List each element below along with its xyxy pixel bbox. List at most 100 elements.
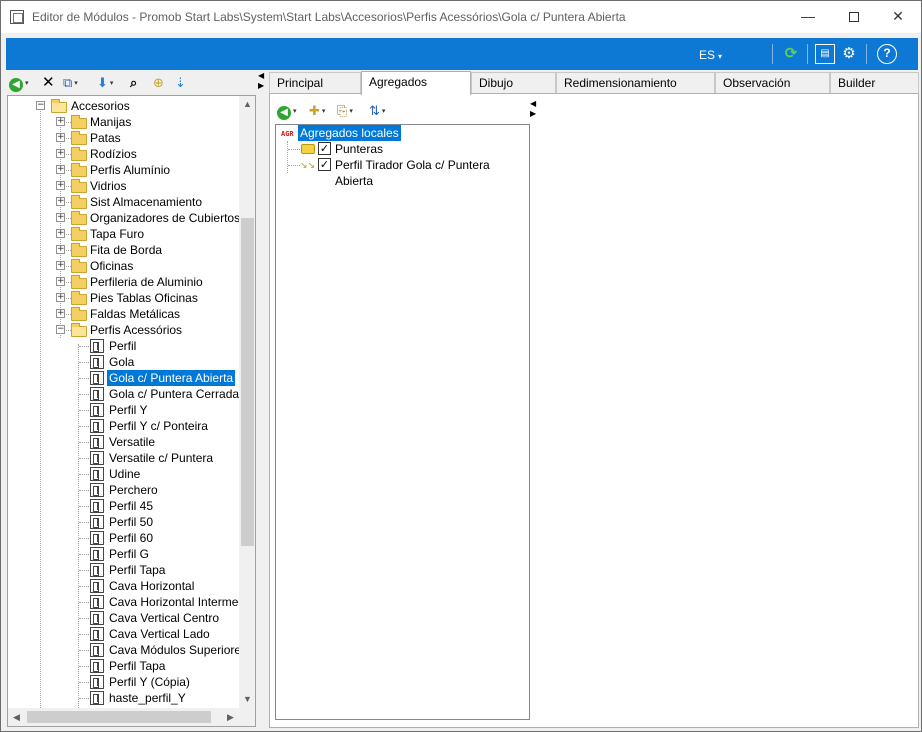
tree-node-folder[interactable]: + Sist Almacenamiento — [8, 194, 239, 210]
tree-node-module[interactable]: Perchero — [8, 482, 239, 498]
tab-3[interactable]: Redimensionamiento — [556, 72, 715, 94]
tree-node-module[interactable]: Cava Horizontal — [8, 578, 239, 594]
move-down-button[interactable]: ⬇ ▾ — [97, 75, 113, 91]
tree-node-folder[interactable]: + Fita de Borda — [8, 242, 239, 258]
copy-button[interactable]: ⧉ ▾ — [63, 75, 78, 91]
expand-icon[interactable]: + — [56, 213, 65, 222]
tree-node-module[interactable]: Cava Módulos Superiores — [8, 642, 239, 658]
tree-node-module[interactable]: Perfil 50 — [8, 514, 239, 530]
perfil-tirador-checkbox[interactable]: ✓ — [318, 158, 331, 171]
expand-icon[interactable]: + — [56, 133, 65, 142]
punteras-label[interactable]: Punteras — [333, 141, 385, 157]
aggregates-splitter-toggle[interactable]: ◀ ▶ — [530, 99, 538, 121]
splitter-toggle[interactable]: ◀ ▶ — [258, 71, 266, 93]
tree-node-module[interactable]: Versatile c/ Puntera — [8, 450, 239, 466]
expand-icon[interactable]: + — [56, 181, 65, 190]
tab-4[interactable]: Observación — [715, 72, 830, 94]
tree-node-module[interactable]: Perfil Y — [8, 402, 239, 418]
tree-node-module[interactable]: haste_perfil_Y — [8, 690, 239, 706]
tree-node-module[interactable]: Perfil 60 — [8, 530, 239, 546]
tree-node-module[interactable]: Perfil G — [8, 546, 239, 562]
tree-node-module[interactable]: Versatile — [8, 434, 239, 450]
back-button[interactable]: ◀ ▾ — [9, 75, 29, 92]
tree-node-module[interactable]: Perfil — [8, 338, 239, 354]
tree-node-folder[interactable]: − Perfis Acessórios — [8, 322, 239, 338]
settings-gear-icon[interactable]: ⚙ — [839, 44, 859, 64]
scroll-left-icon[interactable]: ◀ — [8, 708, 25, 726]
tree-node-folder[interactable]: + Patas — [8, 130, 239, 146]
expand-icon[interactable]: + — [56, 261, 65, 270]
tree-node-accesorios[interactable]: − Accesorios — [8, 98, 239, 114]
language-selector[interactable]: ES ▾ — [699, 48, 722, 62]
tree-line — [288, 149, 300, 150]
tree-node-module[interactable]: Udine — [8, 466, 239, 482]
delete-icon[interactable]: ✕ — [42, 75, 55, 91]
tree-node-module[interactable]: Perfil Tapa — [8, 658, 239, 674]
minimize-button[interactable]: — — [785, 1, 831, 32]
help-icon[interactable]: ? — [877, 44, 897, 64]
expand-icon[interactable]: + — [56, 165, 65, 174]
expand-icon[interactable]: + — [56, 245, 65, 254]
paste-button[interactable]: ⎘ ▾ — [337, 103, 353, 119]
close-button[interactable]: ✕ — [875, 1, 921, 32]
sync-icon[interactable]: ⟳ — [781, 44, 801, 64]
back-button[interactable]: ◀ ▾ — [277, 103, 297, 120]
link-icon[interactable]: ⇣ — [175, 75, 186, 91]
maximize-button[interactable] — [831, 1, 877, 32]
tree-node-folder[interactable]: + Vidrios — [8, 178, 239, 194]
tab-1[interactable]: Agregados — [361, 71, 471, 95]
expand-icon[interactable]: + — [56, 149, 65, 158]
horizontal-scroll-thumb[interactable] — [27, 711, 211, 723]
tab-0[interactable]: Principal — [269, 72, 361, 94]
tree-node-folder[interactable]: + Perfis Alumínio — [8, 162, 239, 178]
tree-node-folder[interactable]: + Pies Tablas Oficinas — [8, 290, 239, 306]
tree-node-module[interactable]: Cava Vertical Centro — [8, 610, 239, 626]
tree-node-module[interactable]: Cava Horizontal Intermedi — [8, 594, 239, 610]
back-arrow-icon: ◀ — [277, 106, 291, 120]
tree-node-folder[interactable]: + Faldas Metálicas — [8, 306, 239, 322]
tree-node-folder[interactable]: + Manijas — [8, 114, 239, 130]
vertical-scroll-thumb[interactable] — [241, 218, 254, 546]
tree-node-folder[interactable]: + Organizadores de Cubiertos — [8, 210, 239, 226]
tree-node-folder[interactable]: + Tapa Furo — [8, 226, 239, 242]
perfil-tirador-label[interactable]: Perfil Tirador Gola c/ Puntera Abierta — [333, 157, 529, 189]
collapse-icon[interactable]: − — [56, 325, 65, 334]
module-icon — [90, 403, 104, 417]
expand-icon[interactable]: + — [56, 309, 65, 318]
scroll-up-icon[interactable]: ▲ — [239, 96, 255, 113]
expand-icon[interactable]: + — [56, 117, 65, 126]
scroll-right-icon[interactable]: ▶ — [222, 708, 239, 726]
expand-icon[interactable]: + — [56, 229, 65, 238]
expand-icon[interactable]: + — [56, 197, 65, 206]
tree-node-module[interactable]: Gola c/ Puntera Cerrada — [8, 386, 239, 402]
tree-node-module[interactable]: Perfil Y c/ Ponteira — [8, 418, 239, 434]
tab-5[interactable]: Builder — [830, 72, 919, 94]
tree-node-module[interactable]: Perfil Tapa — [8, 562, 239, 578]
panel-layout-icon[interactable]: ▤ — [815, 44, 835, 64]
tree-node-module[interactable]: Cava Vertical Lado — [8, 626, 239, 642]
new-aggregate-button[interactable]: ✚ ▾ — [309, 103, 325, 119]
collapse-icon[interactable]: − — [36, 101, 45, 110]
title-bar[interactable]: Editor de Módulos - Promob Start Labs\Sy… — [1, 1, 921, 33]
tab-2[interactable]: Dibujo — [471, 72, 556, 94]
tree-vertical-scrollbar[interactable]: ▲ ▼ — [239, 96, 255, 708]
aggregates-tree[interactable]: AGR Agregados locales ✓ Punteras ↘↘ ✓ Pe… — [275, 124, 530, 720]
aggregates-root-label[interactable]: Agregados locales — [298, 125, 401, 141]
tree-line — [79, 442, 89, 443]
tree-horizontal-scrollbar[interactable]: ◀ ▶ — [8, 708, 239, 726]
module-tree[interactable]: − Accesorios + Manijas + Patas + Rodízios + Perfi… — [8, 96, 239, 708]
expand-icon[interactable]: + — [56, 277, 65, 286]
tree-node-folder[interactable]: + Rodízios — [8, 146, 239, 162]
tree-node-folder[interactable]: + Perfileria de Aluminio — [8, 274, 239, 290]
expand-icon[interactable]: + — [56, 293, 65, 302]
punteras-checkbox[interactable]: ✓ — [318, 142, 331, 155]
find-icon[interactable]: ⌕ — [130, 75, 137, 91]
add-folder-icon[interactable]: ⊕ — [153, 75, 164, 91]
scroll-down-icon[interactable]: ▼ — [239, 691, 255, 708]
tree-node-module[interactable]: Perfil 45 — [8, 498, 239, 514]
tree-node-module[interactable]: Gola c/ Puntera Abierta — [8, 370, 239, 386]
sort-button[interactable]: ⇅ ▾ — [369, 103, 385, 119]
tree-node-module[interactable]: Perfil Y (Cópia) — [8, 674, 239, 690]
tree-node-module[interactable]: Gola — [8, 354, 239, 370]
tree-node-folder[interactable]: + Oficinas — [8, 258, 239, 274]
